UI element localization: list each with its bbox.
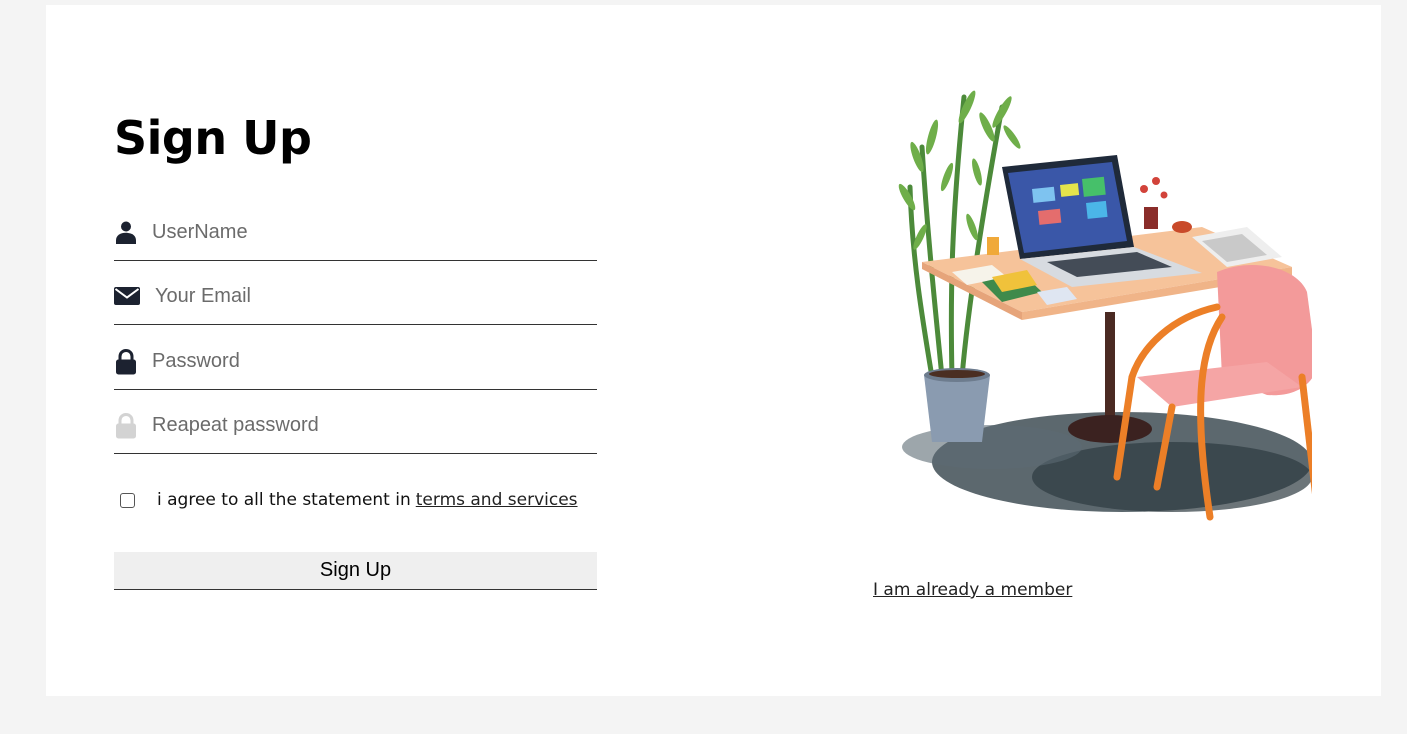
signup-button[interactable]: Sign Up — [114, 552, 597, 590]
page-title: Sign Up — [114, 111, 312, 165]
user-icon — [114, 220, 138, 244]
password-input[interactable] — [152, 345, 582, 377]
email-input[interactable] — [155, 280, 585, 312]
desk-illustration — [872, 77, 1321, 547]
username-input[interactable] — [152, 216, 582, 248]
repeat-password-input[interactable] — [152, 409, 582, 441]
signup-card: Sign Up UserName Your Email i agree to a… — [46, 5, 1381, 696]
username-field-row — [114, 212, 597, 261]
already-member-link[interactable]: I am already a member — [873, 580, 1072, 600]
terms-checkbox[interactable] — [120, 492, 135, 508]
envelope-icon — [114, 285, 140, 309]
repeat-password-field-row — [114, 405, 597, 454]
password-field-row — [114, 341, 597, 390]
terms-link[interactable]: terms and services — [416, 490, 578, 510]
terms-agreement: i agree to all the statement in terms and… — [120, 489, 578, 511]
lock-icon — [114, 412, 138, 439]
lock-icon — [114, 348, 138, 375]
terms-text: i agree to all the statement in terms and… — [157, 490, 578, 510]
email-field-row — [114, 276, 597, 325]
terms-statement: i agree to all the statement in — [157, 490, 411, 510]
